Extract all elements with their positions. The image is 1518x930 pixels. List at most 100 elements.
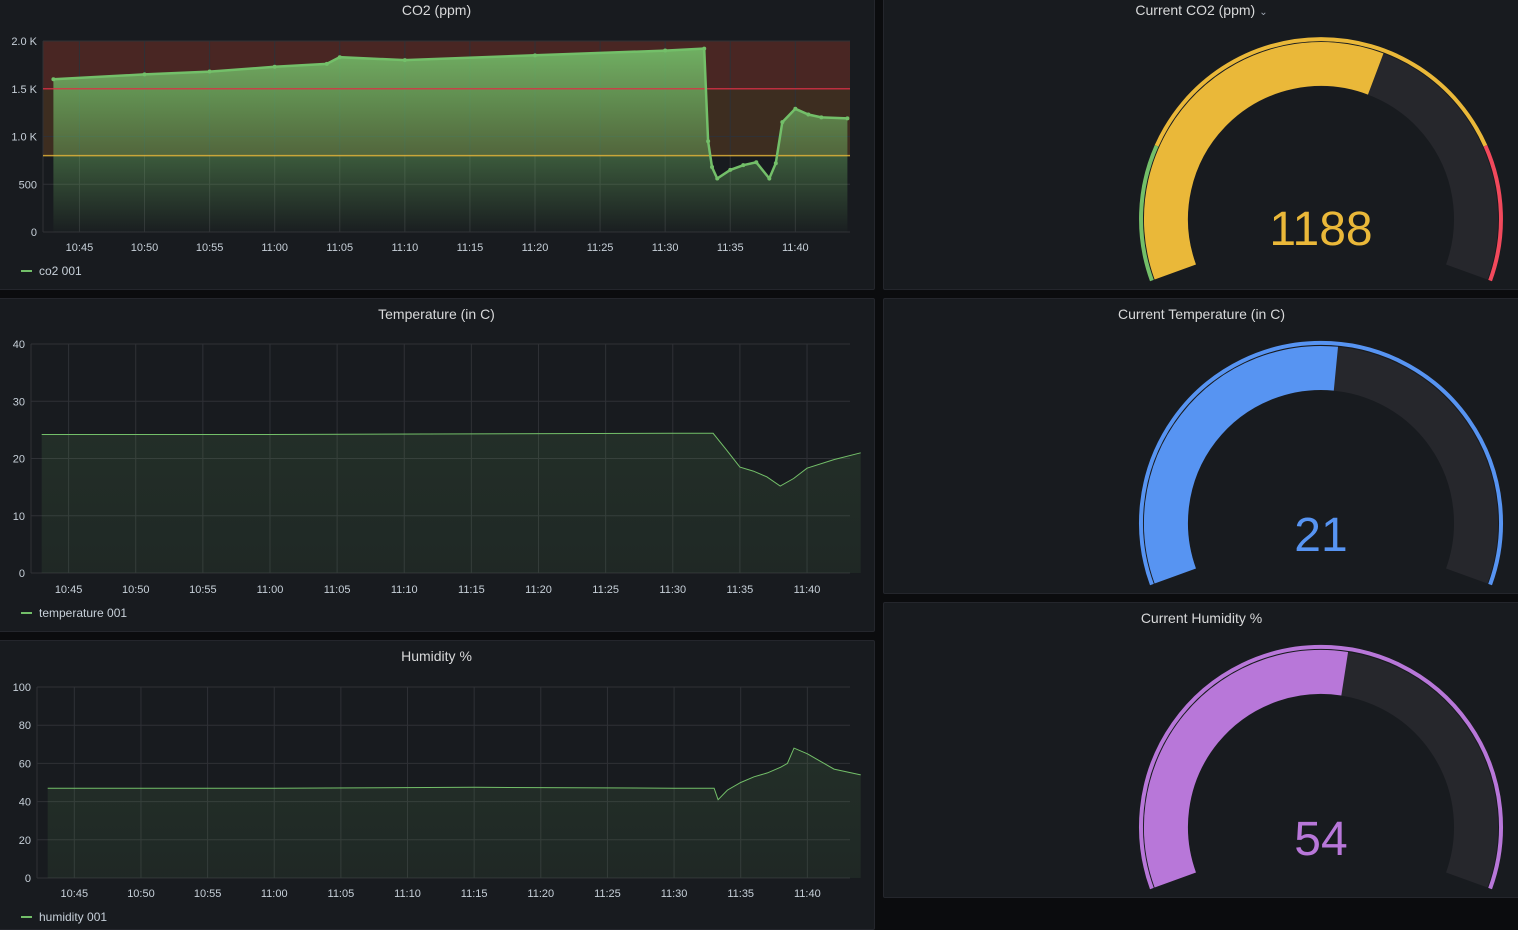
legend-swatch (21, 270, 32, 272)
x-tick-label: 11:10 (394, 888, 421, 900)
x-tick-label: 10:50 (122, 584, 150, 596)
data-point (806, 112, 811, 117)
data-point (207, 69, 212, 74)
data-point (728, 167, 733, 172)
series-area (41, 433, 861, 573)
x-tick-label: 11:40 (782, 242, 809, 254)
hum-gauge-value: 54 (1294, 813, 1348, 866)
x-tick-label: 11:00 (261, 888, 288, 900)
x-tick-label: 11:30 (652, 242, 679, 254)
x-tick-label: 11:05 (328, 888, 355, 900)
co2-legend-label: co2 001 (39, 264, 82, 278)
data-point (780, 120, 785, 125)
x-tick-label: 11:20 (525, 584, 552, 596)
data-point (710, 165, 715, 170)
x-tick-label: 11:30 (661, 888, 688, 900)
data-point (663, 48, 668, 53)
temp-legend[interactable]: temperature 001 (21, 606, 127, 620)
y-tick-label: 80 (19, 720, 31, 732)
y-tick-label: 0 (31, 227, 37, 239)
x-tick-label: 11:35 (727, 584, 754, 596)
data-point (741, 163, 746, 168)
co2-graph-panel: CO2 (ppm) 0 500 1.0 K 1.5 K 2.0 K 10:45 10:50 1… (0, 0, 875, 290)
y-tick-label: 10 (13, 511, 25, 523)
temp-graph-panel: Temperature (in C) 0 10 20 30 40 10:45 10:50 10… (0, 298, 875, 632)
x-tick-label: 11:25 (594, 888, 621, 900)
legend-swatch (21, 612, 32, 614)
x-tick-label: 11:15 (457, 242, 484, 254)
hum-gauge (1139, 644, 1503, 890)
data-point (142, 72, 147, 77)
data-point (51, 77, 56, 82)
data-point (702, 46, 707, 51)
hum-chart[interactable]: 0 20 40 60 80 100 10:45 10:50 10:55 11:00 11:05 11:… (0, 641, 875, 930)
data-point (819, 115, 824, 120)
x-tick-label: 10:50 (127, 888, 155, 900)
series-area (47, 748, 861, 878)
data-point (324, 61, 329, 66)
data-point (402, 58, 407, 63)
hum-gauge-panel: Current Humidity % 54 (883, 602, 1518, 898)
x-tick-label: 11:20 (522, 242, 549, 254)
co2-gauge-panel: Current CO2 (ppm) ⌄ 1188 (883, 0, 1518, 290)
x-tick-label: 10:45 (66, 242, 94, 254)
x-tick-label: 11:05 (324, 584, 351, 596)
x-tick-label: 10:45 (61, 888, 89, 900)
y-tick-label: 1.0 K (11, 132, 37, 144)
data-point (337, 55, 342, 60)
co2-gauge (1139, 37, 1503, 282)
x-tick-label: 11:15 (458, 584, 485, 596)
data-point (715, 176, 720, 181)
x-tick-label: 10:55 (194, 888, 222, 900)
x-tick-label: 10:55 (196, 242, 224, 254)
co2-chart[interactable]: 0 500 1.0 K 1.5 K 2.0 K 10:45 10:50 10:55 11:00 1… (0, 0, 875, 290)
x-tick-label: 11:25 (592, 584, 619, 596)
x-tick-label: 11:20 (527, 888, 554, 900)
y-tick-label: 100 (13, 682, 31, 694)
x-tick-label: 11:40 (794, 888, 821, 900)
co2-legend[interactable]: co2 001 (21, 264, 82, 278)
y-tick-label: 40 (13, 339, 25, 351)
x-tick-label: 11:00 (257, 584, 284, 596)
x-tick-label: 11:40 (794, 584, 821, 596)
y-tick-label: 30 (13, 396, 25, 408)
x-tick-label: 11:10 (391, 242, 418, 254)
data-point (793, 106, 798, 111)
x-tick-label: 10:45 (55, 584, 83, 596)
data-point (773, 161, 778, 166)
x-tick-label: 10:50 (131, 242, 159, 254)
temp-gauge-value: 21 (1294, 509, 1348, 562)
x-tick-label: 11:10 (391, 584, 418, 596)
x-tick-label: 11:15 (461, 888, 488, 900)
temp-legend-label: temperature 001 (39, 606, 128, 620)
data-point (767, 176, 772, 181)
data-point (533, 53, 538, 58)
data-point (706, 139, 711, 144)
x-tick-label: 11:25 (587, 242, 614, 254)
data-point (845, 116, 850, 121)
y-tick-label: 20 (19, 835, 31, 847)
hum-legend-label: humidity 001 (39, 910, 108, 924)
co2-gauge-value: 1188 (1269, 203, 1373, 256)
x-tick-label: 11:35 (727, 888, 754, 900)
hum-legend[interactable]: humidity 001 (21, 910, 107, 924)
y-tick-label: 20 (13, 454, 25, 466)
legend-swatch (21, 916, 32, 918)
x-tick-label: 11:35 (717, 242, 744, 254)
x-tick-label: 11:30 (659, 584, 686, 596)
temp-gauge (1139, 340, 1503, 586)
y-tick-label: 500 (19, 179, 37, 191)
temp-gauge-panel: Current Temperature (in C) 21 (883, 298, 1518, 594)
data-point (754, 160, 759, 165)
temp-chart[interactable]: 0 10 20 30 40 10:45 10:50 10:55 11:00 11:05 11:10 1… (0, 299, 875, 632)
x-tick-label: 10:55 (189, 584, 217, 596)
y-tick-label: 0 (19, 568, 25, 580)
x-tick-label: 11:05 (326, 242, 353, 254)
y-tick-label: 40 (19, 797, 31, 809)
x-tick-label: 11:00 (261, 242, 288, 254)
y-tick-label: 1.5 K (11, 84, 37, 96)
y-tick-label: 2.0 K (11, 36, 37, 48)
y-tick-label: 60 (19, 758, 31, 770)
y-tick-label: 0 (25, 873, 31, 885)
hum-graph-panel: Humidity % 0 20 40 60 80 100 10:45 10:50 10:55 11… (0, 640, 875, 930)
